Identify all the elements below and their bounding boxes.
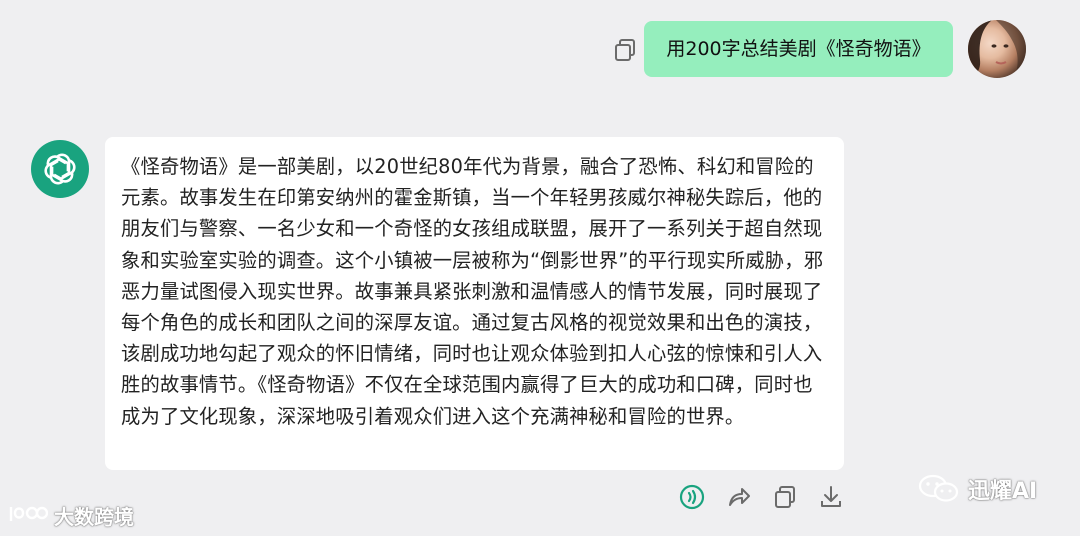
- speaker-icon[interactable]: [679, 484, 705, 510]
- watermark-logo-icon: [9, 506, 48, 521]
- openai-logo-icon: [44, 153, 76, 185]
- watermark-left: 大数跨境: [8, 500, 134, 530]
- wechat-icon: [918, 474, 959, 502]
- assistant-avatar: [31, 140, 89, 198]
- watermark-right-text: 迅耀AI: [968, 479, 1038, 504]
- user-message: 用200字总结美剧《怪奇物语》: [644, 21, 953, 77]
- watermark-left-text: 大数跨境: [54, 504, 134, 529]
- share-icon[interactable]: [726, 484, 752, 510]
- copy-icon[interactable]: [612, 37, 638, 63]
- watermark-right: 迅耀AI: [918, 472, 1037, 506]
- assistant-message: 《怪奇物语》是一部美剧，以20世纪80年代为背景，融合了恐怖、科幻和冒险的元素。…: [105, 137, 844, 470]
- download-icon[interactable]: [818, 484, 844, 510]
- assistant-message-text: 《怪奇物语》是一部美剧，以20世纪80年代为背景，融合了恐怖、科幻和冒险的元素。…: [121, 155, 824, 428]
- copy-icon[interactable]: [772, 484, 798, 510]
- user-avatar[interactable]: [968, 20, 1026, 78]
